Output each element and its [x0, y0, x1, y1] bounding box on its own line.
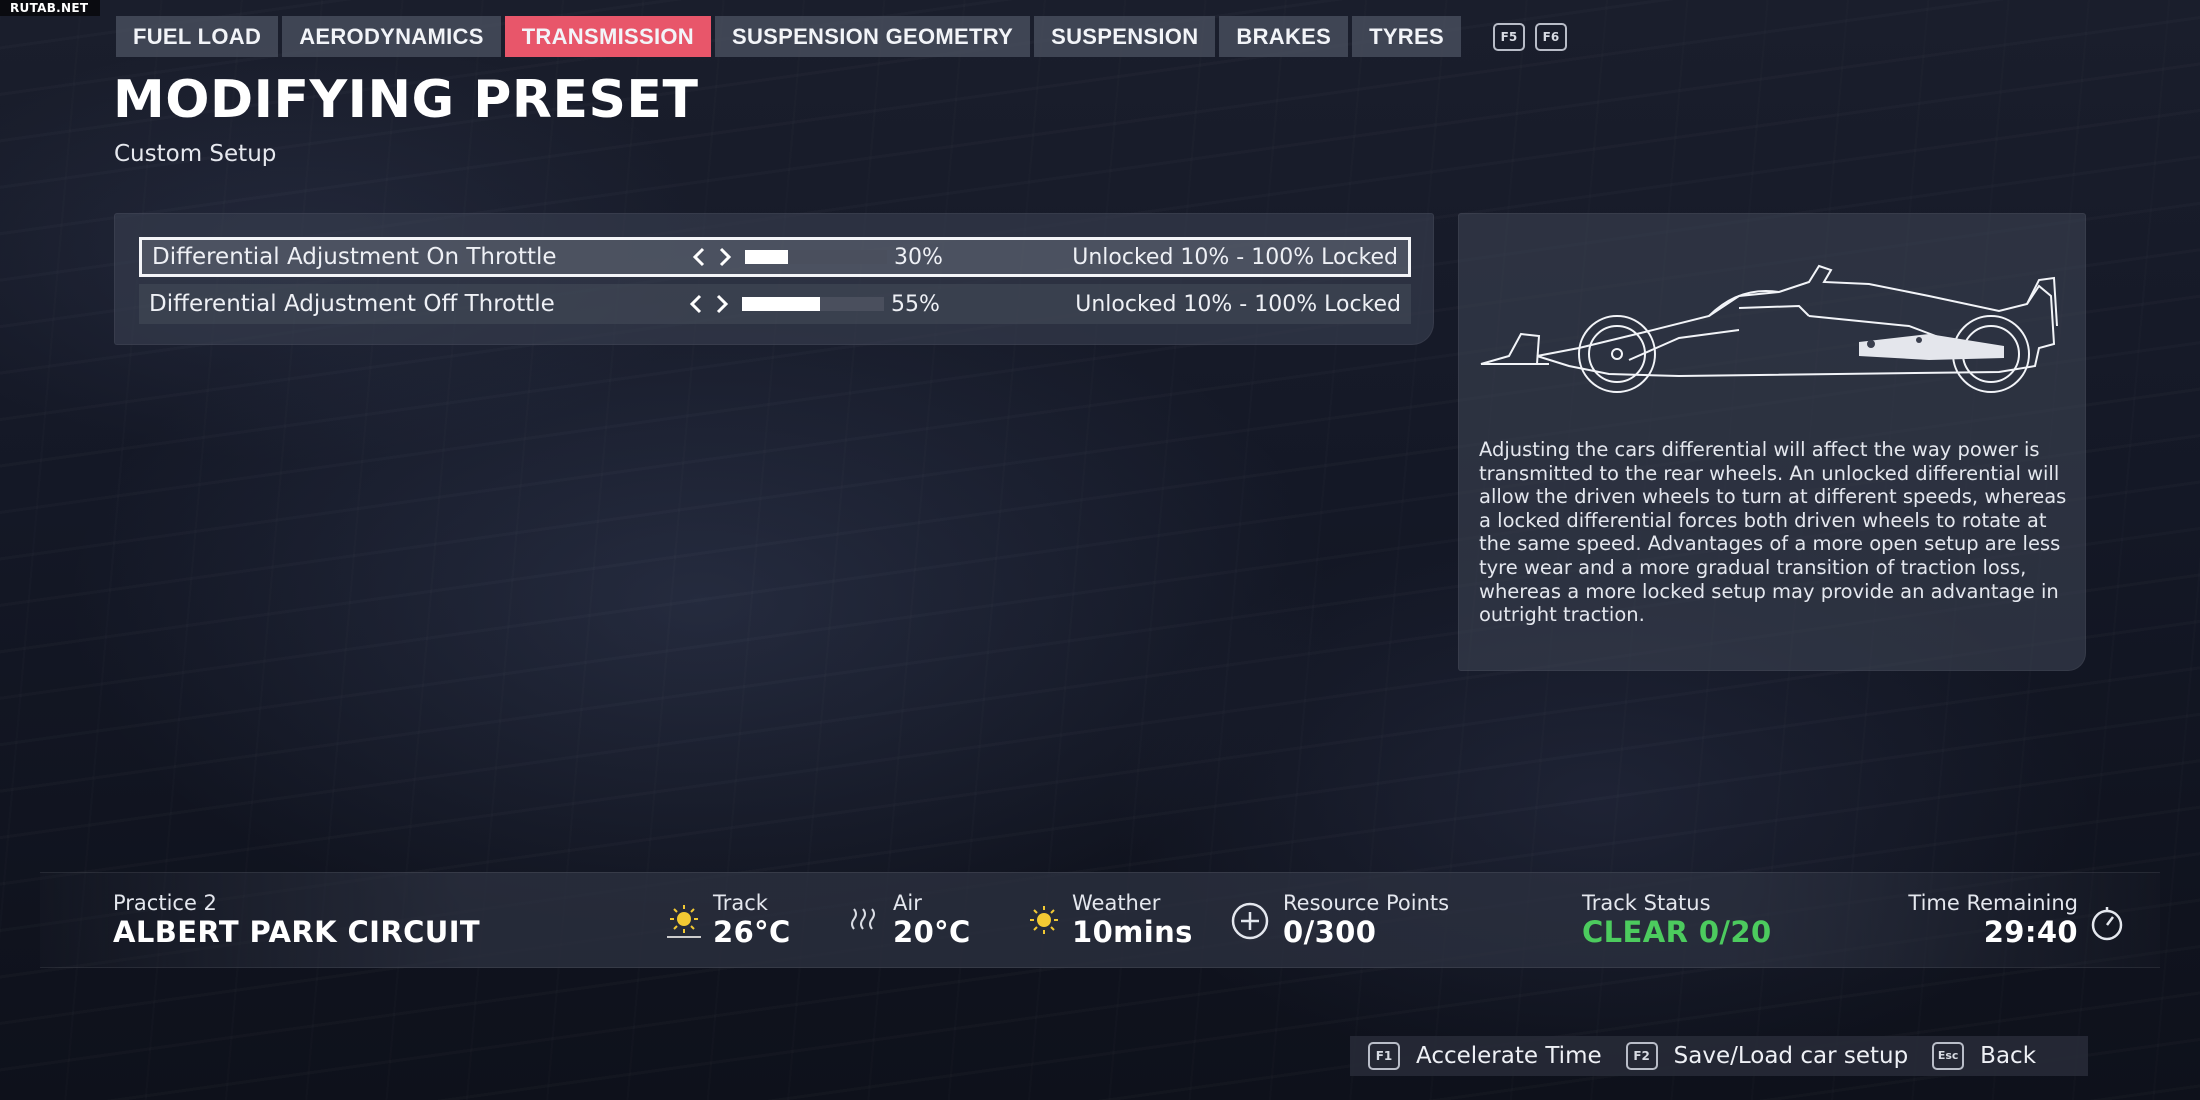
- save-load-setup-label: Save/Load car setup: [1673, 1043, 1909, 1069]
- setting-row-off-throttle[interactable]: Differential Adjustment Off Throttle 55%…: [139, 284, 1411, 324]
- watermark: RUTAB.NET: [0, 0, 100, 16]
- setting-range: Unlocked 10% - 100% Locked: [1072, 244, 1398, 270]
- key-hint: F2: [1625, 1042, 1658, 1070]
- accelerate-time-button[interactable]: F1 Accelerate Time: [1368, 1042, 1602, 1070]
- circuit-name: ALBERT PARK CIRCUIT: [113, 915, 481, 949]
- air-temp-value: 20°C: [893, 915, 971, 949]
- value-slider[interactable]: [745, 250, 887, 264]
- time-remaining-label: Time Remaining: [1908, 891, 2078, 915]
- time-remaining: Time Remaining 29:40: [1908, 891, 2078, 949]
- stopwatch-icon: [2091, 907, 2123, 941]
- session-name: Practice 2: [113, 891, 217, 915]
- resource-value: 0/300: [1283, 915, 1377, 949]
- page-subtitle: Custom Setup: [114, 141, 277, 167]
- setting-value: 30%: [894, 244, 943, 270]
- save-load-setup-button[interactable]: F2 Save/Load car setup: [1625, 1042, 1909, 1070]
- tab-suspension-geometry[interactable]: SUSPENSION GEOMETRY: [714, 16, 1031, 57]
- resource-label: Resource Points: [1283, 891, 1450, 915]
- info-description: Adjusting the cars differential will aff…: [1479, 438, 2067, 627]
- weather-sun-icon: [1030, 906, 1058, 934]
- resource-plus-icon: [1231, 902, 1269, 940]
- track-status: Track Status CLEAR 0/20: [1582, 891, 1772, 949]
- air-temp-label: Air: [893, 891, 922, 915]
- sun-icon: [667, 905, 701, 938]
- session-info: Practice 2 ALBERT PARK CIRCUIT: [113, 891, 480, 949]
- weather-label: Weather: [1072, 891, 1161, 915]
- value-slider[interactable]: [742, 297, 884, 311]
- chevron-left-icon[interactable]: [687, 293, 705, 315]
- slider-fill: [745, 250, 788, 264]
- settings-panel: Differential Adjustment On Throttle 30% …: [114, 213, 1434, 345]
- setting-value: 55%: [891, 291, 940, 317]
- setting-label: Differential Adjustment On Throttle: [152, 244, 557, 270]
- slider-fill: [742, 297, 821, 311]
- value-arrows: [690, 246, 734, 268]
- weather-value: 10mins: [1072, 915, 1193, 949]
- next-tab-key[interactable]: F6: [1534, 22, 1567, 51]
- track-status-label: Track Status: [1582, 891, 1711, 915]
- f1-car-diagram-icon: [1480, 264, 2058, 393]
- tab-suspension[interactable]: SUSPENSION: [1034, 16, 1216, 57]
- chevron-right-icon[interactable]: [716, 246, 734, 268]
- setup-tabs: FUEL LOAD AERODYNAMICS TRANSMISSION SUSP…: [116, 16, 1567, 57]
- value-arrows: [687, 293, 731, 315]
- air-heat-icon: [851, 908, 875, 930]
- page-title: MODIFYING PRESET: [113, 70, 699, 130]
- tab-aerodynamics[interactable]: AERODYNAMICS: [282, 16, 501, 57]
- chevron-left-icon[interactable]: [690, 246, 708, 268]
- session-status-bar: Practice 2 ALBERT PARK CIRCUIT Track 26°…: [40, 872, 2160, 968]
- back-label: Back: [1980, 1043, 2037, 1069]
- footer-actions: F1 Accelerate Time F2 Save/Load car setu…: [1350, 1036, 2088, 1076]
- setting-row-on-throttle[interactable]: Differential Adjustment On Throttle 30% …: [139, 237, 1411, 277]
- track-temp-label: Track: [713, 891, 768, 915]
- track-status-value: CLEAR 0/20: [1582, 915, 1772, 949]
- tab-tyres[interactable]: TYRES: [1352, 16, 1461, 57]
- tab-transmission[interactable]: TRANSMISSION: [504, 16, 711, 57]
- tab-fuel-load[interactable]: FUEL LOAD: [116, 16, 279, 57]
- accelerate-time-label: Accelerate Time: [1416, 1043, 1602, 1069]
- track-temp-value: 26°C: [713, 915, 791, 949]
- setting-range: Unlocked 10% - 100% Locked: [1075, 291, 1401, 317]
- track-temp: Track 26°C: [713, 891, 791, 949]
- resource-points: Resource Points 0/300: [1283, 891, 1449, 949]
- setting-label: Differential Adjustment Off Throttle: [149, 291, 555, 317]
- back-button[interactable]: Esc Back: [1932, 1042, 2036, 1070]
- key-hint: Esc: [1932, 1042, 1965, 1070]
- key-hint: F1: [1368, 1042, 1400, 1070]
- weather-forecast: Weather 10mins: [1072, 891, 1193, 949]
- time-remaining-value: 29:40: [1983, 915, 2078, 949]
- info-panel: Adjusting the cars differential will aff…: [1458, 213, 2086, 671]
- tab-brakes[interactable]: BRAKES: [1219, 16, 1349, 57]
- air-temp: Air 20°C: [893, 891, 971, 949]
- prev-tab-key[interactable]: F5: [1492, 22, 1525, 51]
- chevron-right-icon[interactable]: [713, 293, 731, 315]
